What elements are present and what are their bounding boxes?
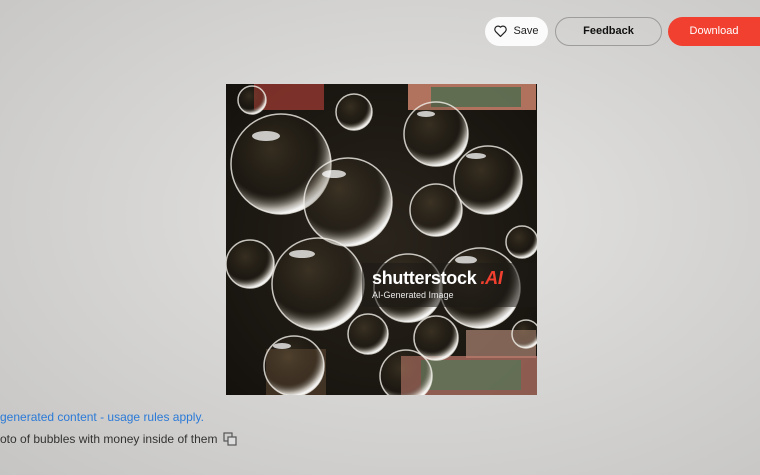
- watermark-logo: shutterstock .AI: [372, 268, 537, 288]
- heart-icon: [494, 25, 508, 38]
- usage-rules-link[interactable]: generated content - usage rules apply.: [0, 410, 204, 424]
- feedback-button[interactable]: Feedback: [555, 16, 662, 46]
- save-button-label: Save: [513, 25, 539, 37]
- caption-text: oto of bubbles with money inside of them: [0, 432, 218, 446]
- image-caption: oto of bubbles with money inside of them: [0, 432, 238, 446]
- save-button[interactable]: Save: [485, 16, 548, 46]
- download-button[interactable]: Download: [668, 16, 760, 46]
- watermark-brand: shutterstock: [372, 268, 477, 288]
- shutterstock-watermark: shutterstock .AI AI-Generated Image: [362, 263, 537, 307]
- watermark-subtitle: AI-Generated Image: [372, 290, 454, 300]
- copy-icon[interactable]: [223, 432, 238, 446]
- watermark-ai-mark: .AI: [480, 268, 503, 288]
- action-toolbar: Save Feedback Download: [485, 16, 760, 46]
- bubbles-illustration: [226, 84, 537, 395]
- generated-image[interactable]: [226, 84, 537, 395]
